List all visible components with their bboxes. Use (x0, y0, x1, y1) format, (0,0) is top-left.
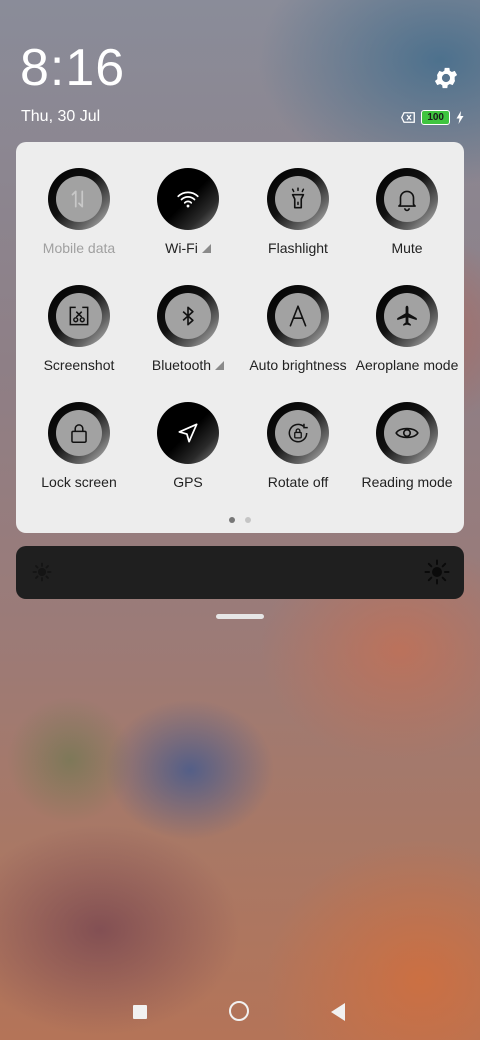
tile-label-text: Aeroplane mode (355, 357, 459, 373)
tile-reading-mode[interactable]: Reading mode (348, 376, 466, 490)
toggle-button[interactable] (267, 168, 329, 230)
toggle-button[interactable] (267, 285, 329, 347)
page-dot-1[interactable] (229, 517, 235, 523)
tile-label-text: Flashlight (268, 240, 328, 256)
tile-wi-fi[interactable]: Wi-Fi (129, 142, 247, 256)
signal-triangle-icon (201, 244, 211, 253)
location-arrow-icon (165, 410, 211, 456)
charging-bolt-icon (456, 111, 464, 124)
toggle-button[interactable] (157, 168, 219, 230)
lock-icon (56, 410, 102, 456)
wifi-icon (165, 176, 211, 222)
toggle-button[interactable] (48, 402, 110, 464)
tile-aeroplane-mode[interactable]: Aeroplane mode (348, 259, 466, 373)
tile-gps[interactable]: GPS (129, 376, 247, 490)
clock[interactable]: 8:16 (20, 38, 125, 98)
tile-label-text: Lock screen (41, 474, 117, 490)
system-status-icons: 100 (401, 110, 464, 125)
toggle-button[interactable] (376, 285, 438, 347)
toggle-button[interactable] (48, 285, 110, 347)
toggle-button[interactable] (157, 402, 219, 464)
tile-lock-screen[interactable]: Lock screen (20, 376, 138, 490)
toggle-button[interactable] (267, 402, 329, 464)
sun-small-icon (32, 562, 52, 582)
toggle-button[interactable] (376, 168, 438, 230)
toggle-button[interactable] (48, 168, 110, 230)
airplane-icon (384, 293, 430, 339)
tile-label-text: Bluetooth (151, 357, 212, 373)
page-dot-2[interactable] (245, 517, 251, 523)
tile-label-text: GPS (173, 474, 203, 490)
home-button[interactable] (229, 1001, 249, 1021)
panel-drag-handle[interactable] (216, 614, 264, 619)
tile-bluetooth[interactable]: Bluetooth (129, 259, 247, 373)
sim-off-icon (401, 112, 416, 123)
gear-icon[interactable] (432, 64, 460, 92)
battery-icon: 100 (421, 110, 450, 125)
quick-settings-panel: Mobile data Wi-Fi Flashlight Mute Screenshot… (16, 142, 464, 533)
back-button[interactable] (331, 1003, 345, 1021)
rotate-lock-icon (275, 410, 321, 456)
tile-label: Aeroplane mode (338, 357, 476, 373)
flashlight-icon (275, 176, 321, 222)
tile-label: Reading mode (338, 474, 476, 490)
page-indicator (16, 517, 464, 523)
sun-large-icon (424, 559, 450, 585)
tile-label-text: Screenshot (43, 357, 115, 373)
tile-rotate-off[interactable]: Rotate off (239, 376, 357, 490)
tile-mobile-data[interactable]: Mobile data (20, 142, 138, 256)
status-header: 8:16 Thu, 30 Jul 100 (0, 0, 480, 140)
recents-button[interactable] (133, 1005, 147, 1019)
tile-label-text: Auto brightness (249, 357, 347, 373)
mobile-data-icon (56, 176, 102, 222)
navigation-bar (0, 990, 480, 1034)
bluetooth-icon (165, 293, 211, 339)
toggle-button[interactable] (157, 285, 219, 347)
tile-label-text: Rotate off (267, 474, 329, 490)
tile-label-text: Reading mode (361, 474, 453, 490)
tile-flashlight[interactable]: Flashlight (239, 142, 357, 256)
auto-brightness-icon (275, 293, 321, 339)
toggle-button[interactable] (376, 402, 438, 464)
brightness-slider[interactable] (16, 546, 464, 599)
tile-label-text: Mute (391, 240, 423, 256)
signal-triangle-icon (215, 361, 225, 370)
tile-label-text: Mobile data (42, 240, 116, 256)
tile-screenshot[interactable]: Screenshot (20, 259, 138, 373)
date[interactable]: Thu, 30 Jul (21, 108, 100, 126)
tile-auto-brightness[interactable]: Auto brightness (239, 259, 357, 373)
screenshot-icon (56, 293, 102, 339)
tile-label: Mute (338, 240, 476, 256)
bell-icon (384, 176, 430, 222)
eye-icon (384, 410, 430, 456)
tile-label-text: Wi-Fi (165, 240, 198, 256)
tile-mute[interactable]: Mute (348, 142, 466, 256)
